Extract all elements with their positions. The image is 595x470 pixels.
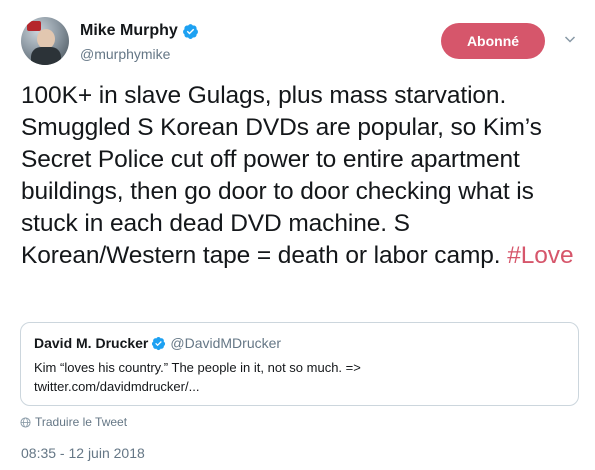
verified-badge-icon — [182, 23, 198, 39]
avatar-flag-shape — [27, 21, 41, 31]
quoted-author-handle: @DavidMDrucker — [170, 335, 282, 351]
tweet-body: 100K+ in slave Gulags, plus mass starvat… — [21, 82, 542, 269]
quoted-author-name: David M. Drucker — [34, 335, 149, 351]
quoted-tweet-header: David M. Drucker @DavidMDrucker — [34, 335, 281, 351]
author-name-row[interactable]: Mike Murphy — [80, 22, 199, 40]
chevron-down-icon[interactable] — [564, 33, 576, 45]
avatar-face-shape — [37, 29, 55, 49]
quoted-tweet-link: twitter.com/davidmdrucker/... — [34, 379, 200, 394]
avatar-body-shape — [31, 47, 61, 65]
avatar[interactable] — [21, 17, 69, 65]
hashtag-link[interactable]: #Love — [507, 242, 573, 269]
author-handle[interactable]: @murphymike — [80, 46, 170, 62]
quoted-tweet-line: Kim “loves his country.” The people in i… — [34, 360, 361, 375]
verified-badge-icon — [152, 336, 166, 350]
follow-button[interactable]: Abonné — [441, 23, 545, 59]
tweet-timestamp[interactable]: 08:35 - 12 juin 2018 — [21, 445, 145, 461]
translate-label: Traduire le Tweet — [35, 415, 128, 429]
globe-icon — [20, 416, 31, 428]
tweet-text: 100K+ in slave Gulags, plus mass starvat… — [21, 80, 581, 272]
author-name[interactable]: Mike Murphy — [80, 22, 178, 40]
quoted-tweet[interactable]: David M. Drucker @DavidMDrucker Kim “lov… — [20, 322, 579, 406]
quoted-tweet-text: Kim “loves his country.” The people in i… — [34, 358, 554, 396]
translate-tweet-link[interactable]: Traduire le Tweet — [20, 415, 127, 429]
